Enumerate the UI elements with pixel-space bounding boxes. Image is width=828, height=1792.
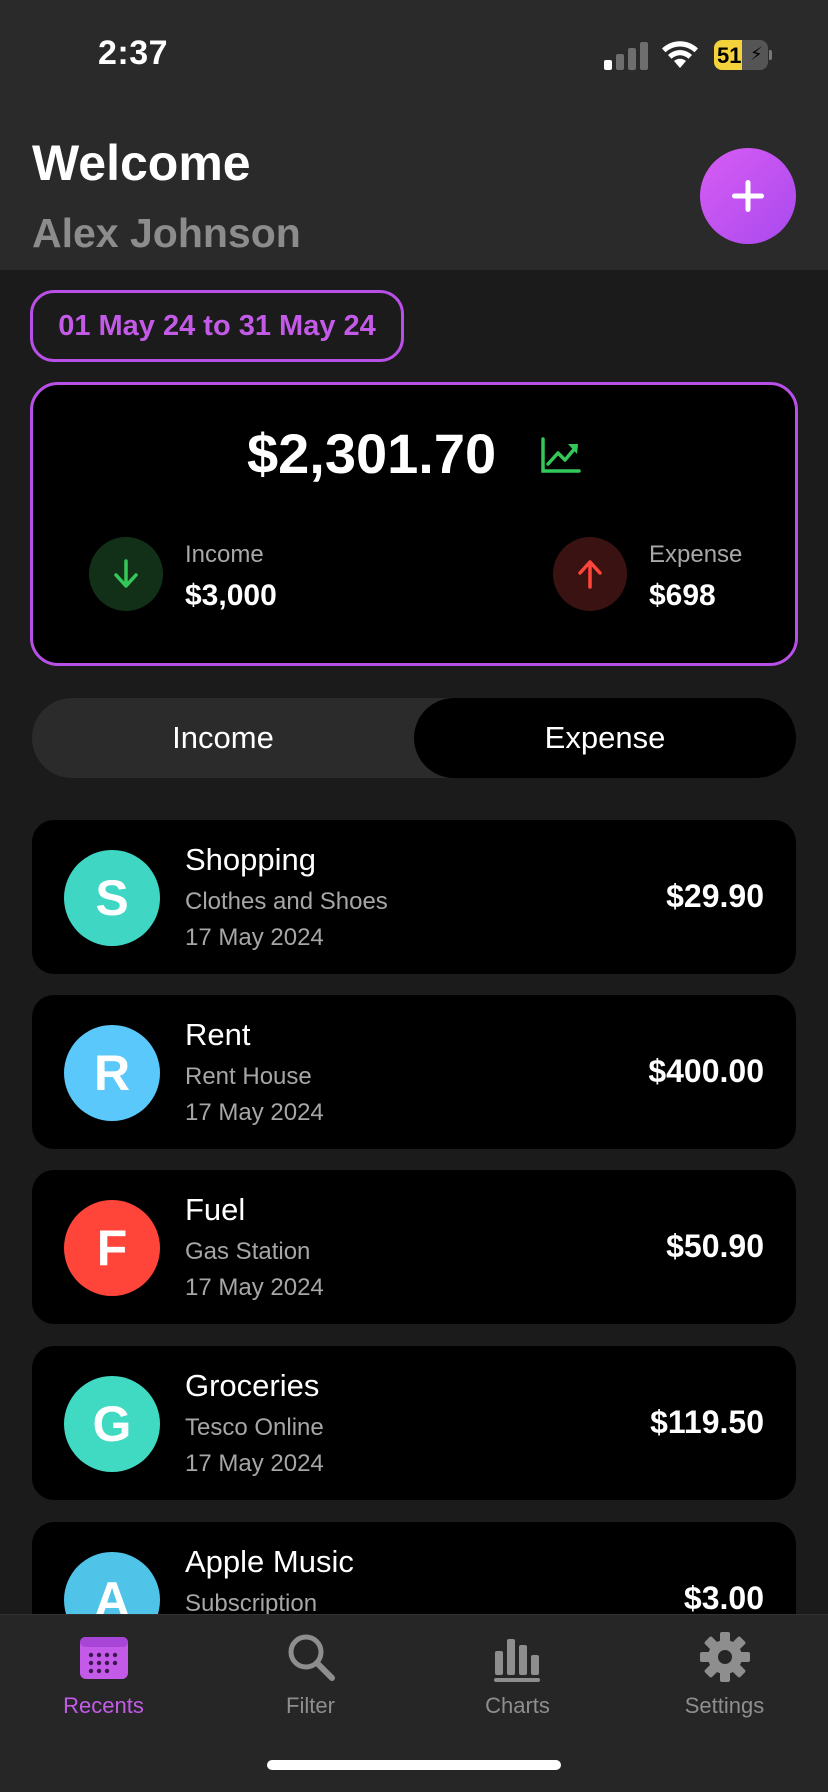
transaction-date: 17 May 2024 — [185, 1450, 324, 1477]
wifi-icon — [660, 38, 700, 70]
transaction-title: Rent — [185, 1017, 251, 1052]
income-label: Income — [185, 541, 264, 568]
status-bar: 2:37 51 ⚡ — [0, 0, 828, 110]
income-arrow-icon — [89, 537, 163, 611]
income-value: $3,000 — [185, 579, 277, 612]
segment-income[interactable]: Income — [32, 698, 414, 778]
transaction-title: Fuel — [185, 1192, 246, 1227]
category-avatar: R — [64, 1025, 160, 1121]
calendar-icon — [80, 1637, 128, 1679]
category-avatar: G — [64, 1376, 160, 1472]
transaction-title: Groceries — [185, 1368, 320, 1403]
transaction-row[interactable]: S Shopping Clothes and Shoes 17 May 2024… — [32, 820, 796, 974]
plus-icon — [732, 180, 764, 212]
expense-label: Expense — [649, 541, 743, 568]
date-range-button[interactable]: 01 May 24 to 31 May 24 — [30, 290, 404, 362]
screen: 2:37 51 ⚡ Welcome Alex Johnson 01 May 24… — [0, 0, 828, 1792]
transaction-amount: $29.90 — [666, 878, 764, 914]
trend-up-icon — [541, 437, 581, 473]
balance-amount: $2,301.70 — [247, 422, 497, 485]
transaction-row[interactable]: R Rent Rent House 17 May 2024 $400.00 — [32, 995, 796, 1149]
transaction-title: Apple Music — [185, 1544, 354, 1579]
segment-expense[interactable]: Expense — [414, 698, 796, 778]
expense-arrow-icon — [553, 537, 627, 611]
tab-label: Filter — [286, 1693, 335, 1718]
category-avatar: F — [64, 1200, 160, 1296]
add-transaction-button[interactable] — [700, 148, 796, 244]
transaction-amount: $400.00 — [648, 1053, 764, 1089]
search-icon — [288, 1634, 335, 1681]
transaction-date: 17 May 2024 — [185, 924, 324, 951]
status-time: 2:37 — [98, 34, 169, 72]
battery-percent: 51 — [717, 43, 742, 68]
transaction-row[interactable]: F Fuel Gas Station 17 May 2024 $50.90 — [32, 1170, 796, 1324]
category-avatar: A — [64, 1552, 160, 1614]
header-area: 2:37 51 ⚡ Welcome Alex Johnson — [0, 0, 828, 270]
battery-icon: 51 ⚡ — [714, 40, 772, 70]
transaction-date: 17 May 2024 — [185, 1099, 324, 1126]
balance-card: $2,301.70 Income $3,000 Expense $698 — [30, 382, 798, 666]
charging-bolt-icon: ⚡ — [750, 44, 763, 64]
transaction-subtitle: Tesco Online — [185, 1414, 324, 1441]
tab-charts[interactable]: Charts — [414, 1615, 621, 1745]
transaction-amount: $50.90 — [666, 1228, 764, 1264]
transaction-subtitle: Subscription — [185, 1590, 318, 1614]
transaction-amount: $3.00 — [683, 1580, 764, 1614]
tab-filter[interactable]: Filter — [207, 1615, 414, 1745]
bar-chart-icon — [494, 1639, 540, 1682]
tab-label: Settings — [684, 1693, 765, 1718]
transaction-list[interactable]: S Shopping Clothes and Shoes 17 May 2024… — [0, 820, 828, 1614]
welcome-title: Welcome — [32, 135, 251, 191]
category-avatar: S — [64, 850, 160, 946]
transaction-subtitle: Rent House — [185, 1063, 312, 1090]
transaction-row[interactable]: G Groceries Tesco Online 17 May 2024 $11… — [32, 1346, 796, 1500]
home-indicator[interactable] — [267, 1760, 561, 1770]
cellular-signal-icon — [604, 42, 648, 70]
expense-value: $698 — [649, 579, 716, 612]
tab-label: Recents — [63, 1693, 144, 1718]
transaction-title: Shopping — [185, 842, 317, 877]
tab-recents[interactable]: Recents — [0, 1615, 207, 1745]
transaction-row[interactable]: A Apple Music Subscription $3.00 — [32, 1522, 796, 1614]
tab-label: Charts — [485, 1693, 550, 1718]
transaction-date: 17 May 2024 — [185, 1274, 324, 1301]
user-name: Alex Johnson — [32, 210, 301, 256]
tab-settings[interactable]: Settings — [621, 1615, 828, 1745]
type-segmented-control: Income Expense — [32, 698, 796, 778]
transaction-subtitle: Clothes and Shoes — [185, 888, 388, 915]
transaction-amount: $119.50 — [650, 1404, 764, 1440]
gear-icon — [700, 1632, 750, 1682]
transaction-subtitle: Gas Station — [185, 1238, 311, 1265]
